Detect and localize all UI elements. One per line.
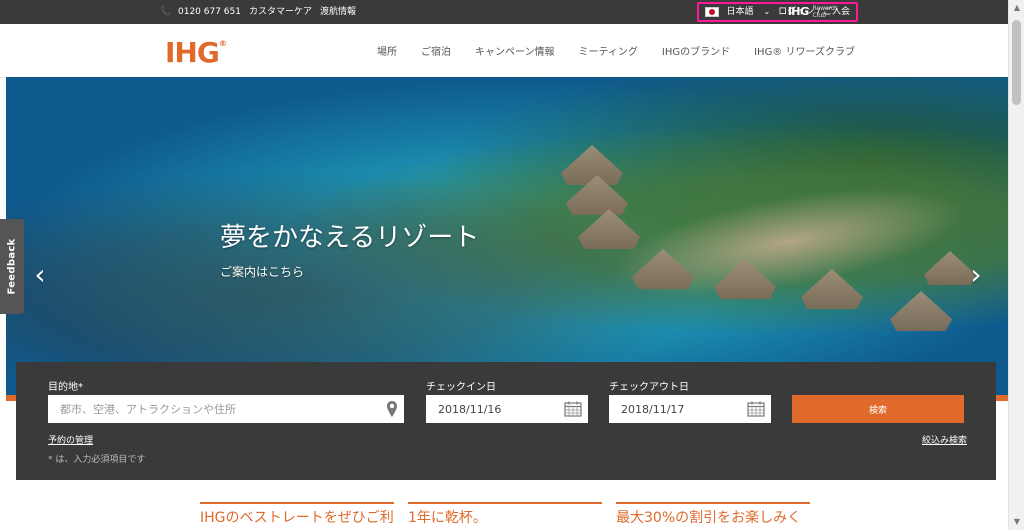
topbar-left: 📞 0120 677 651 カスタマーケア 渡航情報	[160, 0, 356, 24]
promo-title: 1年に乾杯。	[408, 510, 487, 526]
search-button[interactable]: 検索	[792, 395, 964, 423]
rewards-sub-line1: Rewards	[812, 5, 838, 12]
main-header: IHG® 場所 ご宿泊 キャンペーン情報 ミーティング IHGのブランド IHG…	[0, 24, 1008, 78]
map-pin-icon	[387, 401, 397, 417]
feedback-label: Feedback	[6, 238, 18, 295]
promo-card[interactable]: IHGのベストレートをぜひご利	[200, 502, 394, 532]
required-fields-note: * は、入力必須項目です	[48, 455, 146, 465]
carousel-next-arrow-icon[interactable]: ›	[964, 259, 988, 291]
manage-reservation-link[interactable]: 予約の管理	[48, 433, 93, 446]
nav-item-rewards-club[interactable]: IHG® リワーズクラブ	[754, 43, 855, 58]
overwater-bungalow	[561, 145, 623, 185]
checkout-date-input[interactable]: 2018/11/17	[609, 395, 771, 423]
hero-title: 夢をかなえるリゾート	[220, 223, 480, 253]
advanced-search-link[interactable]: 絞込み検索	[922, 433, 967, 446]
nav-item-brands[interactable]: IHGのブランド	[662, 43, 730, 58]
ihg-logo[interactable]: IHG®	[165, 36, 227, 69]
chevron-down-icon[interactable]: ⌄	[764, 0, 771, 24]
rewards-club-logo[interactable]: IHG Rewards Club	[788, 0, 838, 24]
nav-item-meetings[interactable]: ミーティング	[578, 43, 637, 58]
checkin-date-input[interactable]: 2018/11/16	[426, 395, 588, 423]
hero-subtitle-link[interactable]: ご案内はこちら	[220, 263, 304, 280]
destination-label: 目的地*	[48, 382, 83, 393]
page-scrollbar[interactable]: ▲ ▼	[1008, 0, 1024, 530]
calendar-icon	[564, 401, 582, 417]
nav-item-campaigns[interactable]: キャンペーン情報	[475, 43, 555, 58]
main-nav: 場所 ご宿泊 キャンペーン情報 ミーティング IHGのブランド IHG® リワー…	[377, 24, 855, 77]
ihg-logo-text: IHG	[165, 36, 220, 69]
language-selector[interactable]: 日本語	[727, 0, 754, 24]
customer-care-link[interactable]: カスタマーケア	[249, 0, 312, 24]
top-utility-bar: 📞 0120 677 651 カスタマーケア 渡航情報 日本語 ⌄ ログイン /…	[0, 0, 1008, 24]
travel-info-link[interactable]: 渡航情報	[320, 0, 356, 24]
rewards-logo-sub: Rewards Club	[813, 5, 838, 19]
promo-title: IHGのベストレートをぜひご利	[200, 510, 394, 526]
promo-card[interactable]: 1年に乾杯。	[408, 502, 602, 532]
calendar-icon	[747, 401, 765, 417]
feedback-tab[interactable]: Feedback	[0, 219, 24, 314]
carousel-prev-arrow-icon[interactable]: ‹	[28, 259, 52, 291]
checkin-date-value: 2018/11/16	[438, 402, 502, 416]
rewards-sub-line2: Club	[812, 12, 826, 19]
hero-carousel[interactable]: 夢をかなえるリゾート ご案内はこちら ‹ ›	[6, 77, 1008, 395]
nav-item-stays[interactable]: ご宿泊	[421, 43, 451, 58]
scroll-down-arrow-icon[interactable]: ▼	[1009, 514, 1024, 530]
destination-input[interactable]: 都市、空港、アトラクションや住所	[48, 395, 404, 423]
checkout-date-value: 2018/11/17	[621, 402, 685, 416]
overwater-bungalow	[890, 291, 952, 331]
phone-icon: 📞	[160, 7, 172, 17]
nav-item-places[interactable]: 場所	[377, 43, 397, 58]
ihg-logo-mark: ®	[218, 39, 227, 48]
booking-widget: 目的地* 都市、空港、アトラクションや住所 チェックイン日 2018/11/16…	[16, 362, 996, 480]
phone-number[interactable]: 0120 677 651	[178, 0, 241, 24]
rewards-logo-text: IHG	[787, 5, 809, 18]
checkout-label: チェックアウト日	[609, 382, 689, 393]
destination-placeholder: 都市、空港、アトラクションや住所	[60, 403, 236, 416]
scrollbar-thumb[interactable]	[1012, 20, 1021, 105]
japan-flag-icon	[704, 7, 719, 17]
checkin-label: チェックイン日	[426, 382, 496, 393]
promo-card[interactable]: 最大30%の割引をお楽しみく	[616, 502, 810, 532]
promo-title: 最大30%の割引をお楽しみく	[616, 510, 802, 526]
overwater-bungalow	[578, 209, 640, 249]
scroll-up-arrow-icon[interactable]: ▲	[1009, 0, 1024, 16]
